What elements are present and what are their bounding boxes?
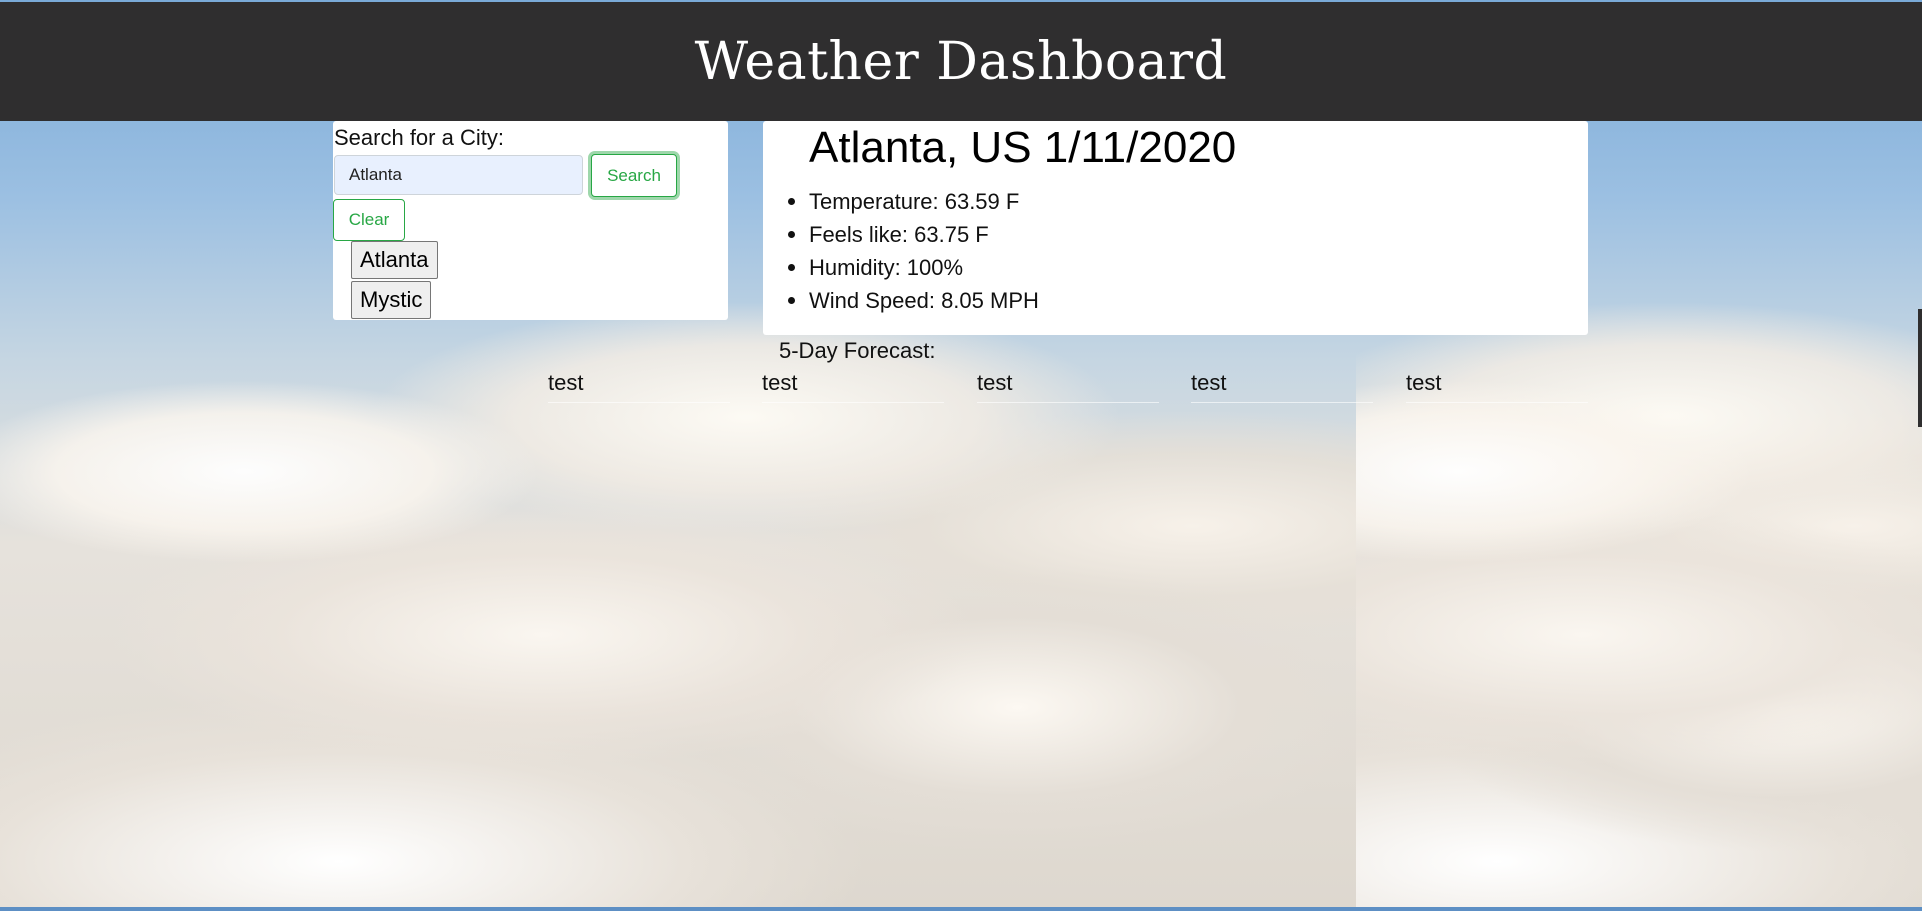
wind-speed-item: Wind Speed: 8.05 MPH [788, 284, 1039, 317]
forecast-card-text: test [1191, 370, 1227, 395]
forecast-card-text: test [1406, 370, 1442, 395]
current-weather-panel: Atlanta, US 1/11/2020 Temperature: 63.59… [763, 121, 1588, 335]
history-city-button[interactable]: Atlanta [351, 241, 438, 279]
clear-button[interactable]: Clear [333, 199, 405, 241]
current-weather-list: Temperature: 63.59 F Feels like: 63.75 F… [788, 185, 1039, 317]
forecast-card: test [977, 370, 1159, 403]
search-panel: Search for a City: Search Clear Atlanta … [333, 121, 728, 320]
forecast-card-text: test [977, 370, 1013, 395]
page-header: Weather Dashboard [0, 2, 1922, 121]
scrollbar-edge[interactable] [1918, 309, 1922, 427]
forecast-label: 5-Day Forecast: [779, 338, 936, 363]
humidity-item: Humidity: 100% [788, 251, 1039, 284]
feels-like-item: Feels like: 63.75 F [788, 218, 1039, 251]
temperature-item: Temperature: 63.59 F [788, 185, 1039, 218]
history-city-button[interactable]: Mystic [351, 281, 432, 319]
forecast-card-text: test [548, 370, 584, 395]
current-city-title: Atlanta, US 1/11/2020 [809, 123, 1237, 172]
search-button[interactable]: Search [591, 154, 677, 197]
city-search-input[interactable] [334, 155, 583, 195]
page-title: Weather Dashboard [694, 31, 1228, 92]
forecast-card: test [548, 370, 730, 403]
forecast-card: test [762, 370, 944, 403]
forecast-card-text: test [762, 370, 798, 395]
search-label: Search for a City: [334, 125, 504, 150]
forecast-card: test [1406, 370, 1588, 403]
forecast-card: test [1191, 370, 1373, 403]
